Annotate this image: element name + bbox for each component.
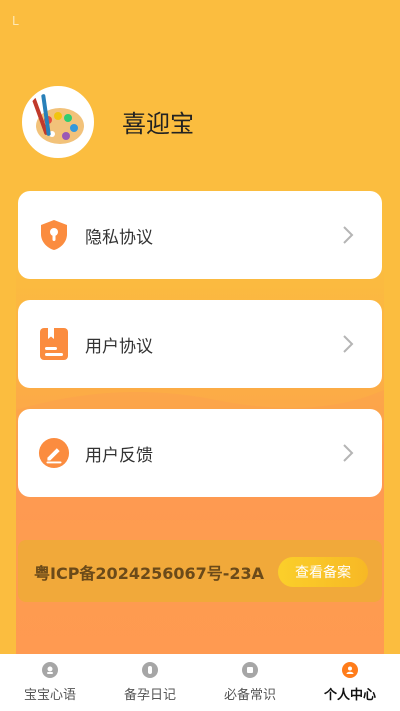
bottle-icon: [142, 662, 158, 678]
face-icon: [42, 662, 58, 678]
avatar[interactable]: [22, 86, 94, 158]
chevron-right-icon: [342, 334, 354, 358]
menu-item-privacy-policy[interactable]: 隐私协议: [18, 191, 382, 279]
menu-item-label: 隐私协议: [85, 227, 153, 248]
document-icon: [38, 326, 70, 362]
tab-baby-words[interactable]: 宝宝心语: [0, 654, 100, 711]
tab-label: 备孕日记: [123, 688, 176, 703]
profile-name: 喜迎宝: [122, 110, 194, 138]
tab-pregnancy-diary[interactable]: 备孕日记: [100, 654, 200, 711]
menu-item-user-feedback[interactable]: 用户反馈: [18, 409, 382, 497]
shield-keyhole-icon: [38, 217, 70, 253]
tab-label: 宝宝心语: [23, 688, 76, 703]
tab-label: 必备常识: [223, 688, 276, 703]
book-icon: [242, 662, 258, 678]
view-record-button[interactable]: 查看备案: [278, 557, 368, 587]
tab-essential-knowledge[interactable]: 必备常识: [200, 654, 300, 711]
person-icon: [342, 662, 358, 678]
chevron-right-icon: [342, 443, 354, 467]
palette-icon: [31, 94, 84, 144]
menu-item-label: 用户协议: [85, 336, 153, 357]
menu-item-label: 用户反馈: [85, 445, 153, 466]
bottom-tab-bar: 宝宝心语 备孕日记 必备常识 个人中心: [0, 654, 400, 711]
chevron-right-icon: [342, 225, 354, 249]
icp-record-bar: 粤ICP备2024256067号-23A 查看备案: [18, 540, 382, 602]
menu-item-user-agreement[interactable]: 用户协议: [18, 300, 382, 388]
tab-label: 个人中心: [323, 688, 376, 703]
icp-record-number: 粤ICP备2024256067号-23A: [34, 564, 265, 583]
edit-pen-icon: [38, 435, 70, 471]
status-bar-indicator: L: [12, 14, 19, 28]
tab-personal-center[interactable]: 个人中心: [300, 654, 400, 711]
